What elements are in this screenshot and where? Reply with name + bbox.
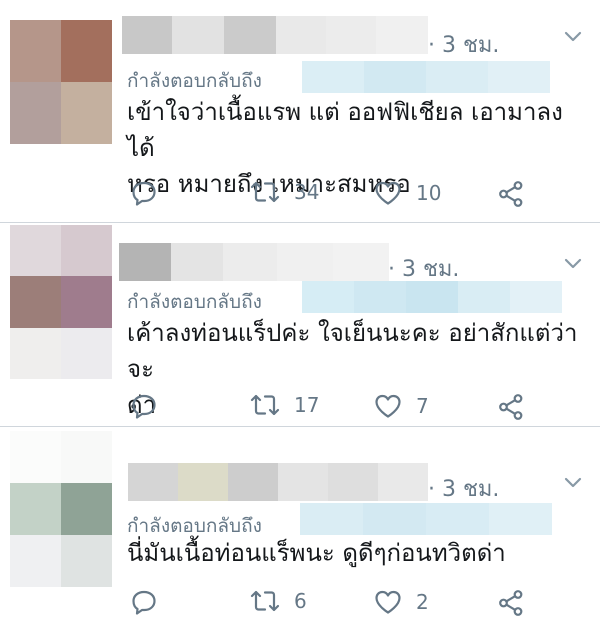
reply-icon bbox=[132, 394, 156, 419]
like-button[interactable]: 10 bbox=[374, 180, 441, 206]
retweet-button[interactable]: 34 bbox=[250, 180, 319, 204]
replying-to-label: กำลังตอบกลับถึง bbox=[127, 70, 262, 92]
like-button[interactable]: 2 bbox=[374, 589, 429, 615]
share-icon bbox=[499, 394, 523, 420]
share-button[interactable] bbox=[497, 393, 525, 421]
share-icon bbox=[499, 590, 523, 616]
retweet-icon bbox=[250, 181, 280, 203]
reply-button[interactable] bbox=[131, 180, 157, 206]
tweet-text: นี่มันเนื้อท่อนแร็พนะ ดูดีๆก่อนทวิตด่า bbox=[127, 539, 506, 567]
like-count: 7 bbox=[416, 394, 429, 418]
retweet-button[interactable]: 17 bbox=[250, 393, 319, 417]
retweet-button[interactable]: 6 bbox=[250, 589, 307, 613]
share-icon bbox=[499, 181, 523, 207]
chevron-down-icon[interactable] bbox=[563, 30, 583, 44]
like-count: 10 bbox=[416, 181, 442, 205]
avatar[interactable] bbox=[10, 20, 112, 144]
author-name-blurred[interactable] bbox=[122, 16, 428, 54]
reply-icon bbox=[132, 590, 156, 615]
like-count: 2 bbox=[416, 590, 429, 614]
author-name-blurred[interactable] bbox=[128, 463, 428, 501]
tweet-time[interactable]: · 3 ชม. bbox=[428, 27, 499, 62]
retweet-count: 6 bbox=[294, 589, 307, 613]
reply-icon bbox=[132, 181, 156, 206]
retweet-icon bbox=[250, 394, 280, 416]
share-button[interactable] bbox=[497, 589, 525, 617]
avatar[interactable] bbox=[10, 225, 112, 379]
reply-handle-blurred[interactable] bbox=[302, 281, 562, 313]
tweet-1[interactable]: · 3 ชม. กำลังตอบกลับถึง เข้าใจว่าเนื้อแร… bbox=[0, 0, 600, 222]
retweet-count: 17 bbox=[294, 393, 320, 417]
chevron-down-icon[interactable] bbox=[563, 476, 583, 490]
reply-handle-blurred[interactable] bbox=[300, 503, 552, 535]
tweet-3[interactable]: · 3 ชม. กำลังตอบกลับถึง นี่มันเนื้อท่อนแ… bbox=[0, 427, 600, 636]
retweet-icon bbox=[250, 590, 280, 612]
share-button[interactable] bbox=[497, 180, 525, 208]
replying-to-label: กำลังตอบกลับถึง bbox=[127, 291, 262, 313]
like-icon bbox=[375, 394, 401, 418]
reply-button[interactable] bbox=[131, 589, 157, 615]
like-icon bbox=[375, 181, 401, 205]
chevron-down-icon[interactable] bbox=[563, 257, 583, 271]
tweet-time[interactable]: · 3 ชม. bbox=[428, 471, 499, 506]
tweet-actions: 6 2 bbox=[0, 589, 600, 629]
tweet-actions: 34 10 bbox=[0, 172, 600, 212]
like-icon bbox=[375, 590, 401, 614]
retweet-count: 34 bbox=[294, 180, 320, 204]
author-name-blurred[interactable] bbox=[119, 243, 389, 281]
avatar[interactable] bbox=[10, 431, 112, 587]
tweet-2[interactable]: · 3 ชม. กำลังตอบกลับถึง เค้าลงท่อนแร็ปค่… bbox=[0, 223, 600, 425]
reply-handle-blurred[interactable] bbox=[302, 61, 550, 93]
like-button[interactable]: 7 bbox=[374, 393, 429, 419]
reply-button[interactable] bbox=[131, 393, 157, 419]
